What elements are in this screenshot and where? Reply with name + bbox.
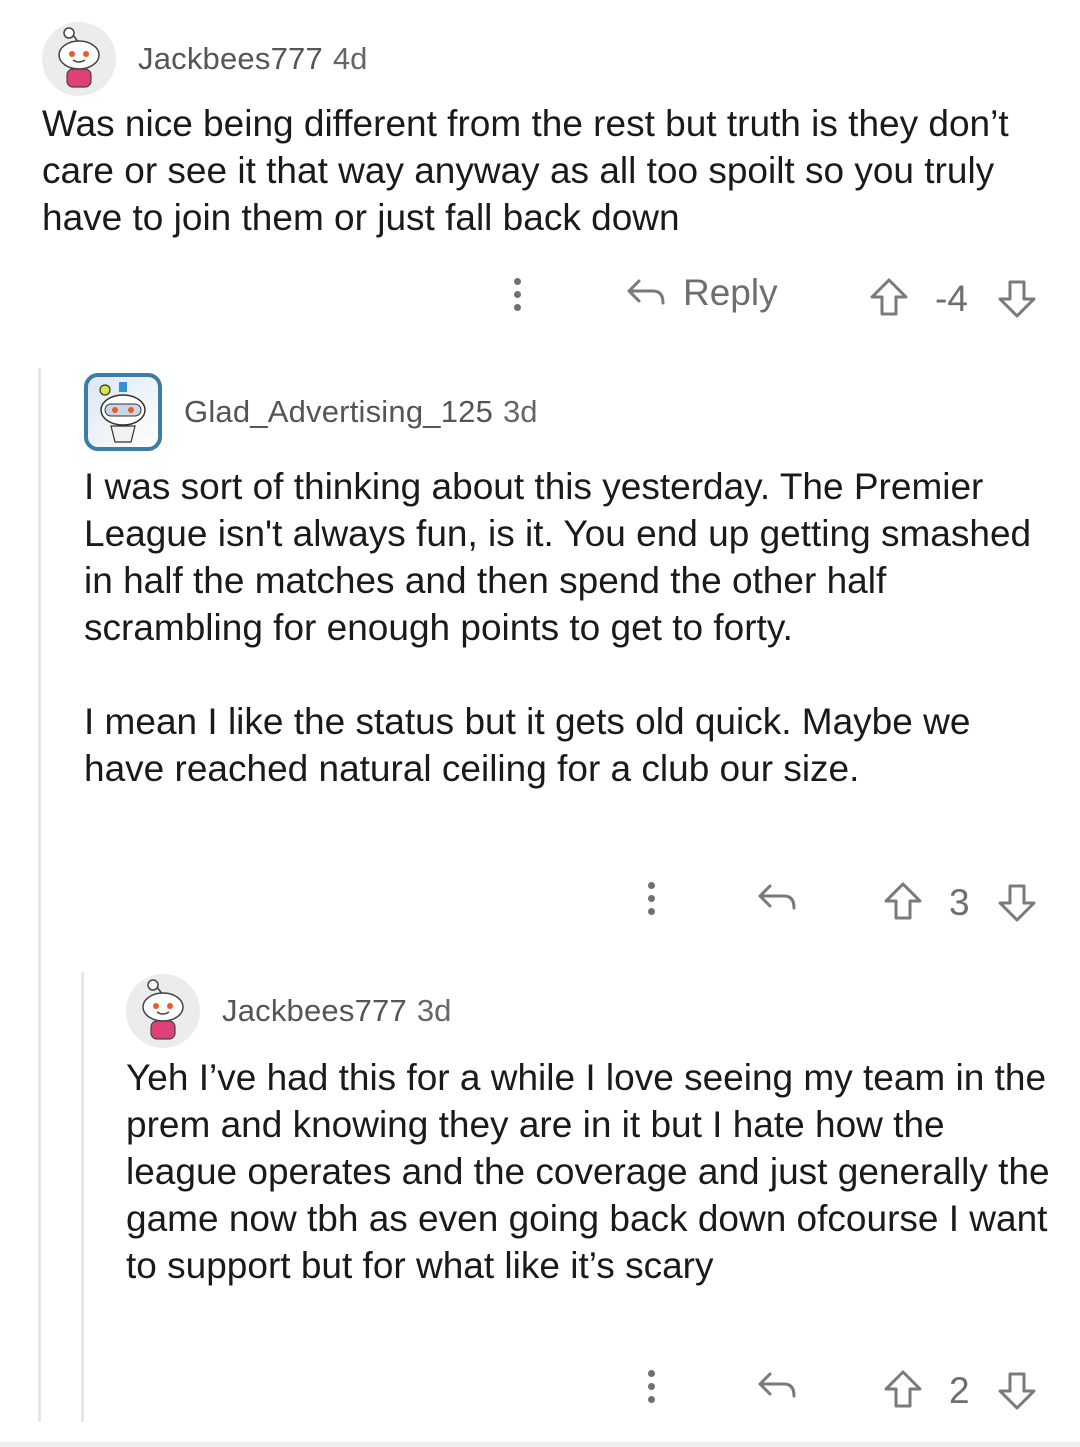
snoo-avatar-icon	[58, 27, 100, 88]
user-avatar[interactable]	[84, 373, 162, 451]
comment: Jackbees777 4d Was nice being different …	[42, 22, 1042, 241]
comment-body: Was nice being different from the rest b…	[42, 100, 1042, 241]
upvote-button[interactable]	[882, 880, 924, 922]
comment-age: 3d	[416, 993, 452, 1028]
username[interactable]: Jackbees777	[138, 41, 323, 77]
username[interactable]: Glad_Advertising_125	[184, 394, 493, 430]
vote-score: 2	[949, 1370, 970, 1411]
reply-button[interactable]: Reply	[625, 272, 778, 314]
downvote-button[interactable]	[996, 1370, 1038, 1412]
upvote-button[interactable]	[882, 1368, 924, 1410]
more-options-button[interactable]	[514, 278, 521, 311]
vote-score: 3	[949, 882, 970, 923]
comment-header: Jackbees777 4d	[42, 22, 1042, 96]
comment-actions: Reply -4	[0, 270, 1080, 326]
thread-line-level-2[interactable]	[81, 972, 84, 1422]
downvote-arrow-icon	[998, 280, 1036, 318]
vote-score: -4	[935, 278, 968, 319]
downvote-arrow-icon	[998, 1372, 1036, 1410]
comment: Jackbees777 3d Yeh I’ve had this for a w…	[126, 974, 1056, 1289]
comment-header: Jackbees777 3d	[126, 974, 1056, 1048]
comment-body: I was sort of thinking about this yester…	[84, 463, 1044, 792]
comment-age: 4d	[332, 41, 368, 76]
reply-label: Reply	[683, 272, 778, 313]
upvote-arrow-icon	[884, 1370, 922, 1408]
downvote-arrow-icon	[998, 884, 1036, 922]
bottom-divider	[0, 1442, 1080, 1447]
reply-arrow-icon	[758, 884, 796, 910]
reply-arrow-icon	[758, 1372, 796, 1398]
comment-paragraph: I mean I like the status but it gets old…	[84, 701, 971, 789]
user-avatar[interactable]	[42, 22, 116, 96]
downvote-button[interactable]	[996, 882, 1038, 924]
reply-button[interactable]	[756, 1368, 798, 1404]
username[interactable]: Jackbees777	[222, 993, 407, 1029]
upvote-arrow-icon	[870, 278, 908, 316]
reply-arrow-icon	[627, 279, 665, 305]
comment-paragraph: Yeh I’ve had this for a while I love see…	[126, 1057, 1050, 1286]
snoo-avatar-icon	[99, 382, 146, 443]
comment-age: 3d	[503, 394, 538, 429]
comment-actions: 3	[0, 872, 1080, 928]
comment-paragraph: Was nice being different from the rest b…	[42, 103, 1009, 238]
comment-actions: 2	[0, 1360, 1080, 1416]
reply-button[interactable]	[756, 880, 798, 916]
upvote-arrow-icon	[884, 882, 922, 920]
upvote-button[interactable]	[868, 276, 910, 318]
snoo-avatar-icon	[142, 979, 184, 1040]
comment-header: Glad_Advertising_125 3d	[84, 373, 1044, 451]
comment-body: Yeh I’ve had this for a while I love see…	[126, 1054, 1056, 1289]
downvote-button[interactable]	[996, 278, 1038, 320]
comment-paragraph: I was sort of thinking about this yester…	[84, 466, 1032, 648]
user-avatar[interactable]	[126, 974, 200, 1048]
more-options-button[interactable]	[648, 882, 655, 915]
more-options-button[interactable]	[648, 1370, 655, 1403]
comment: Glad_Advertising_125 3d I was sort of th…	[84, 373, 1044, 792]
